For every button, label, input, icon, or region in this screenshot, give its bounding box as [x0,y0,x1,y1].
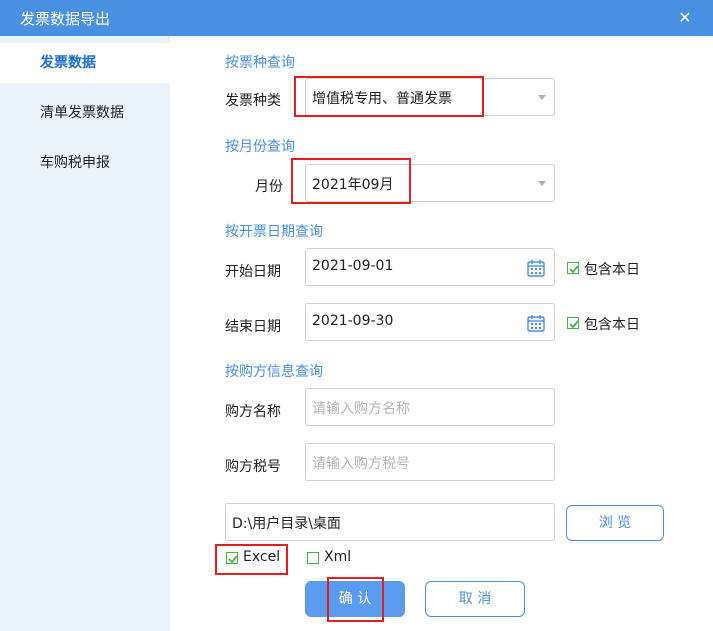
check-icon [228,555,238,564]
start-date-input[interactable]: 2021-09-01 [305,248,555,286]
end-date-value: 2021-09-30 [312,313,394,329]
chevron-down-icon [538,95,546,100]
sidebar-item-vehicle-tax[interactable]: 车购税申报 [0,143,170,183]
month-select[interactable]: 2021年09月 [305,164,555,202]
section-title-ticket-type: 按票种查询 [225,55,295,71]
buyer-tax-placeholder: 请输入购方税号 [312,456,410,472]
check-icon [569,265,579,274]
sidebar-item-invoice-data[interactable]: 发票数据 [0,43,170,83]
sidebar-item-label: 车购税申报 [40,155,110,171]
include-today-end-checkbox[interactable] [567,317,579,329]
end-date-label: 结束日期 [225,319,281,335]
start-date-label: 开始日期 [225,264,281,280]
sidebar-item-list-invoice-data[interactable]: 清单发票数据 [0,93,170,133]
main-panel: 按票种查询 发票种类 增值税专用、普通发票 按月份查询 月份 2021年09月 … [170,36,713,631]
chevron-down-icon [538,181,546,186]
month-label: 月份 [255,179,283,195]
calendar-icon[interactable] [526,313,546,333]
buyer-name-label: 购方名称 [225,404,281,420]
sidebar: 发票数据 清单发票数据 车购税申报 [0,36,170,631]
buyer-tax-label: 购方税号 [225,459,281,475]
excel-label: Excel [243,549,281,565]
excel-checkbox[interactable] [226,552,238,564]
month-value: 2021年09月 [312,177,394,193]
include-today-end-label: 包含本日 [584,317,640,333]
include-today-start-label: 包含本日 [584,262,640,278]
export-path-value: D:\用户目录\桌面 [232,516,341,532]
title-bar: 发票数据导出 ✕ [0,0,713,36]
check-icon [569,320,579,329]
ticket-type-value: 增值税专用、普通发票 [312,91,452,107]
section-title-month: 按月份查询 [225,139,295,155]
buyer-tax-input[interactable]: 请输入购方税号 [305,443,555,481]
include-today-start-checkbox[interactable] [567,262,579,274]
close-icon[interactable]: ✕ [673,6,697,30]
ticket-type-label: 发票种类 [225,93,281,109]
sidebar-item-label: 清单发票数据 [40,105,124,121]
buyer-name-input[interactable]: 请输入购方名称 [305,388,555,426]
confirm-button[interactable]: 确 认 [305,581,405,617]
browse-button[interactable]: 浏 览 [566,505,664,541]
start-date-value: 2021-09-01 [312,258,394,274]
sidebar-item-label: 发票数据 [40,55,96,71]
xml-checkbox[interactable] [307,552,319,564]
window-title: 发票数据导出 [20,10,111,28]
ticket-type-select[interactable]: 增值税专用、普通发票 [305,78,555,116]
section-title-buyer-info: 按购方信息查询 [225,364,323,380]
buyer-name-placeholder: 请输入购方名称 [312,401,410,417]
export-path-input[interactable]: D:\用户目录\桌面 [225,503,555,541]
xml-label: Xml [324,549,352,565]
calendar-icon[interactable] [526,258,546,278]
end-date-input[interactable]: 2021-09-30 [305,303,555,341]
cancel-button[interactable]: 取 消 [425,581,525,617]
section-title-invoice-date: 按开票日期查询 [225,224,323,240]
